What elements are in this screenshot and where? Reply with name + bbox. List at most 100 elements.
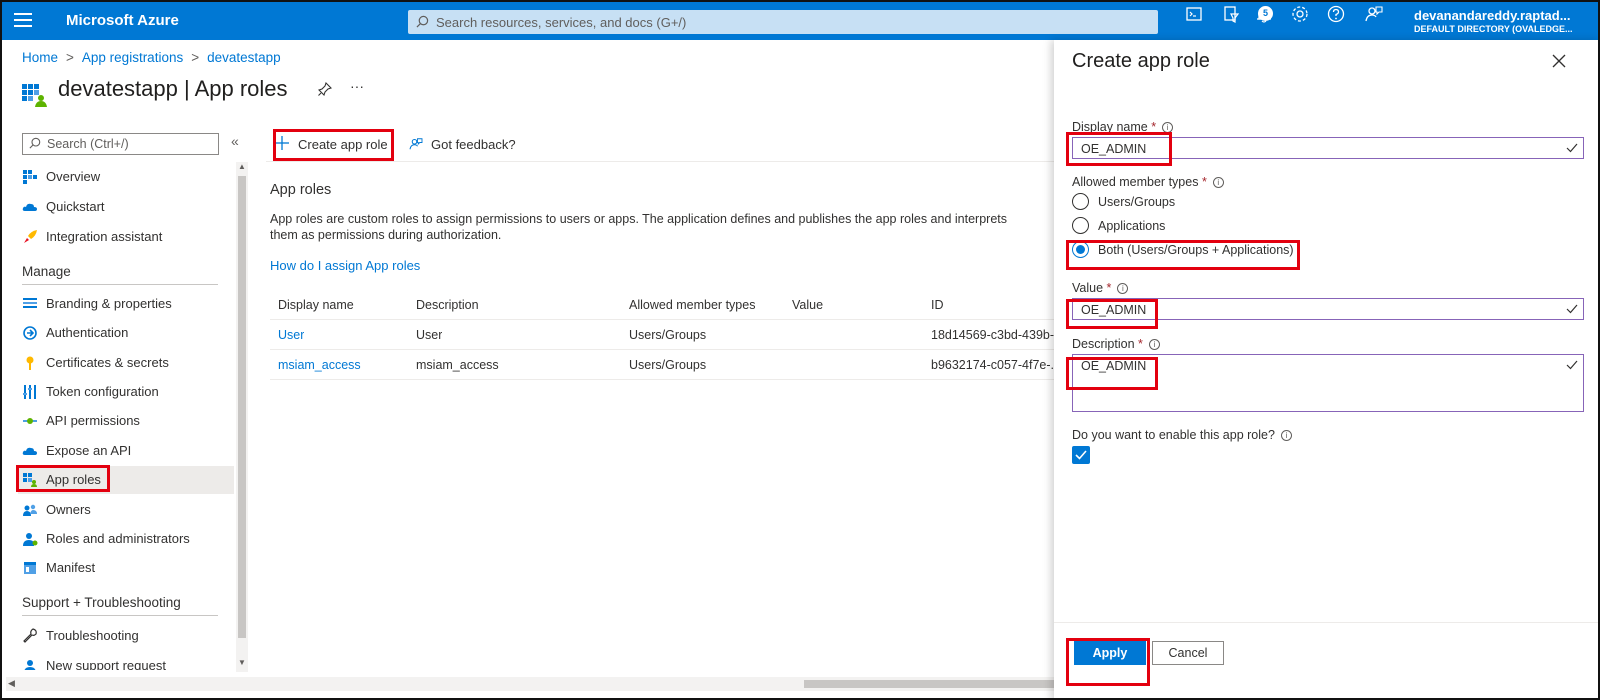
- plus-icon: [275, 136, 289, 150]
- scrollbar-thumb[interactable]: [804, 680, 1054, 688]
- sidebar-item-api-permissions[interactable]: API permissions: [18, 407, 234, 435]
- more-options-icon[interactable]: ···: [350, 78, 364, 94]
- close-icon[interactable]: [1552, 54, 1566, 68]
- sidebar-heading-support: Support + Troubleshooting: [22, 595, 181, 610]
- table-row[interactable]: msiam_access msiam_access Users/Groups b…: [270, 350, 1058, 380]
- overview-grid-icon: [23, 170, 37, 184]
- cloud-icon: [22, 203, 37, 211]
- account-menu[interactable]: devanandareddy.raptad... DEFAULT DIRECTO…: [1414, 8, 1573, 34]
- radio-circle[interactable]: [1072, 217, 1089, 234]
- horizontal-scrollbar[interactable]: ◀: [6, 677, 1058, 691]
- help-link[interactable]: How do I assign App roles: [270, 258, 420, 273]
- display-name-input[interactable]: OE_ADMIN: [1072, 137, 1584, 159]
- cloud-icon: [22, 447, 37, 455]
- sidebar-item-app-roles[interactable]: App roles: [18, 466, 234, 494]
- sidebar-item-manifest[interactable]: Manifest: [18, 554, 234, 582]
- column-header[interactable]: ID: [931, 298, 944, 312]
- sidebar-item-label: App roles: [46, 472, 101, 487]
- table-row[interactable]: User User Users/Groups 18d14569-c3bd-439…: [270, 320, 1058, 350]
- radio-circle-selected[interactable]: [1072, 241, 1089, 258]
- info-icon[interactable]: i: [1212, 177, 1224, 188]
- column-header[interactable]: Description: [416, 298, 479, 312]
- description-textarea[interactable]: OE_ADMIN: [1072, 354, 1584, 412]
- sidebar-item-label: Owners: [46, 502, 91, 517]
- feedback-icon: [409, 138, 423, 150]
- breadcrumb-home[interactable]: Home: [22, 50, 58, 65]
- sidebar-item-token-configuration[interactable]: Token configuration: [18, 378, 234, 406]
- column-header[interactable]: Value: [792, 298, 823, 312]
- sidebar-item-label: Branding & properties: [46, 296, 172, 311]
- menu-icon[interactable]: [14, 13, 32, 29]
- sidebar-item-roles-administrators[interactable]: Roles and administrators: [18, 525, 234, 553]
- account-directory: DEFAULT DIRECTORY (OVALEDGE...: [1414, 24, 1573, 34]
- sidebar-item-troubleshooting[interactable]: Troubleshooting: [18, 622, 234, 650]
- sidebar-item-quickstart[interactable]: Quickstart: [18, 193, 234, 221]
- sidebar-item-label: Quickstart: [46, 199, 105, 214]
- sidebar-scrollbar[interactable]: ▲ ▼: [236, 162, 248, 672]
- column-header[interactable]: Allowed member types: [629, 298, 755, 312]
- global-search-input[interactable]: Search resources, services, and docs (G+…: [408, 10, 1158, 34]
- required-asterisk: *: [1151, 120, 1157, 134]
- column-header[interactable]: Display name: [278, 298, 354, 312]
- branding-icon: [23, 298, 37, 308]
- breadcrumb: Home > App registrations > devatestapp: [22, 50, 281, 65]
- account-name: devanandareddy.raptad...: [1414, 8, 1571, 23]
- directory-filter-icon[interactable]: [1219, 2, 1243, 26]
- enable-role-checkbox[interactable]: [1072, 446, 1090, 464]
- sidebar-item-label: Authentication: [46, 325, 129, 340]
- breadcrumb-app-registrations[interactable]: App registrations: [82, 50, 183, 65]
- member-types-label: Allowed member types * i: [1072, 175, 1224, 189]
- search-placeholder: Search resources, services, and docs (G+…: [436, 15, 687, 30]
- collapse-sidebar-icon[interactable]: «: [231, 133, 239, 149]
- sidebar-heading-manage: Manage: [22, 264, 71, 279]
- cancel-button[interactable]: Cancel: [1152, 641, 1224, 665]
- sidebar-item-overview[interactable]: Overview: [18, 163, 234, 191]
- checkbox-checkmark-icon: [1075, 450, 1087, 460]
- wrench-icon: [23, 628, 37, 643]
- scrollbar-thumb[interactable]: [238, 176, 246, 638]
- radio-circle[interactable]: [1072, 193, 1089, 210]
- sidebar-search-input[interactable]: Search (Ctrl+/): [22, 133, 219, 155]
- sidebar-search-placeholder: Search (Ctrl+/): [47, 137, 129, 151]
- sidebar-item-expose-api[interactable]: Expose an API: [18, 437, 234, 465]
- apply-button[interactable]: Apply: [1074, 641, 1146, 665]
- sidebar-item-owners[interactable]: Owners: [18, 496, 234, 524]
- sidebar-item-integration-assistant[interactable]: Integration assistant: [18, 223, 234, 251]
- app-frame: Microsoft Azure Search resources, servic…: [0, 0, 1600, 700]
- role-id: 18d14569-c3bd-439b-...: [931, 328, 1057, 342]
- role-name-link[interactable]: User: [278, 328, 304, 342]
- scroll-left-arrow-icon[interactable]: ◀: [8, 678, 15, 689]
- role-name-link[interactable]: msiam_access: [278, 358, 361, 372]
- sidebar-item-certificates[interactable]: Certificates & secrets: [18, 349, 234, 377]
- info-icon[interactable]: i: [1117, 283, 1129, 294]
- breadcrumb-devatestapp[interactable]: devatestapp: [207, 50, 281, 65]
- info-icon[interactable]: i: [1148, 339, 1160, 350]
- radio-label: Both (Users/Groups + Applications): [1098, 243, 1294, 257]
- scroll-down-arrow-icon[interactable]: ▼: [238, 658, 246, 667]
- required-asterisk: *: [1138, 337, 1143, 351]
- settings-gear-icon[interactable]: [1288, 2, 1312, 26]
- notification-count-badge: 5: [1258, 6, 1273, 21]
- valid-checkmark-icon: [1566, 143, 1578, 153]
- brand-title[interactable]: Microsoft Azure: [66, 12, 179, 29]
- value-input[interactable]: OE_ADMIN: [1072, 298, 1584, 320]
- divider: [22, 615, 218, 616]
- manifest-icon: [24, 562, 36, 574]
- feedback-icon[interactable]: [1362, 2, 1386, 26]
- sidebar-item-new-support-request[interactable]: New support request: [18, 652, 234, 670]
- cloud-shell-icon[interactable]: [1182, 2, 1206, 26]
- command-bar: Create app role Got feedback?: [266, 128, 1058, 162]
- sidebar-item-authentication[interactable]: Authentication: [18, 319, 234, 347]
- rocket-icon: [24, 230, 37, 243]
- sidebar-item-label: Integration assistant: [46, 229, 163, 244]
- token-bars-icon: [23, 385, 36, 399]
- enable-role-label: Do you want to enable this app role? i: [1072, 428, 1292, 442]
- sidebar-item-branding[interactable]: Branding & properties: [18, 290, 234, 318]
- info-icon[interactable]: i: [1280, 430, 1292, 441]
- scroll-up-arrow-icon[interactable]: ▲: [238, 162, 246, 171]
- help-icon[interactable]: [1324, 2, 1348, 26]
- pin-icon[interactable]: [318, 82, 332, 96]
- table-header: Display name Description Allowed member …: [270, 290, 1058, 320]
- info-icon[interactable]: i: [1162, 122, 1174, 133]
- authentication-icon: [23, 326, 37, 340]
